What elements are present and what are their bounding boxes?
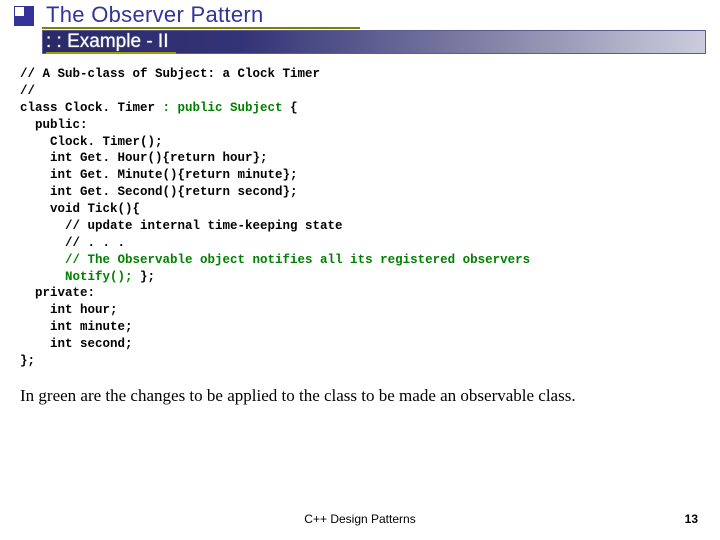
code-line: int Get. Hour(){return hour}; [20, 151, 268, 165]
code-line: { [290, 101, 298, 115]
explanation-text: In green are the changes to be applied t… [20, 386, 700, 406]
code-line: // [20, 84, 35, 98]
slide-title: The Observer Pattern [46, 2, 264, 28]
title-bullet-icon [14, 6, 34, 26]
footer-title: C++ Design Patterns [0, 512, 720, 526]
code-line-highlight: Notify(); [65, 270, 140, 284]
code-line: int Get. Second(){return second}; [20, 185, 298, 199]
code-line: public: [20, 118, 88, 132]
subtitle-underline [46, 52, 176, 54]
slide-subtitle: : : Example - II [46, 31, 168, 53]
title-row: The Observer Pattern [0, 0, 720, 28]
code-line: int second; [20, 337, 133, 351]
code-line: // . . . [20, 236, 125, 250]
code-line: // A Sub-class of Subject: a Clock Timer [20, 67, 320, 81]
code-line: private: [20, 286, 95, 300]
code-line: class Clock. Timer [20, 101, 163, 115]
code-line-highlight: : public Subject [163, 101, 291, 115]
code-line: }; [20, 354, 35, 368]
code-line: // update internal time-keeping state [20, 219, 343, 233]
code-line: Clock. Timer(); [20, 135, 163, 149]
code-block: // A Sub-class of Subject: a Clock Timer… [20, 66, 700, 370]
code-line: void Tick(){ [20, 202, 140, 216]
code-line: int minute; [20, 320, 133, 334]
code-line [20, 270, 65, 284]
code-line-highlight: // The Observable object notifies all it… [65, 253, 530, 267]
code-line: int hour; [20, 303, 118, 317]
title-underline [42, 27, 360, 29]
code-line: }; [140, 270, 155, 284]
page-number: 13 [685, 512, 698, 526]
code-line: int Get. Minute(){return minute}; [20, 168, 298, 182]
code-line [20, 253, 65, 267]
